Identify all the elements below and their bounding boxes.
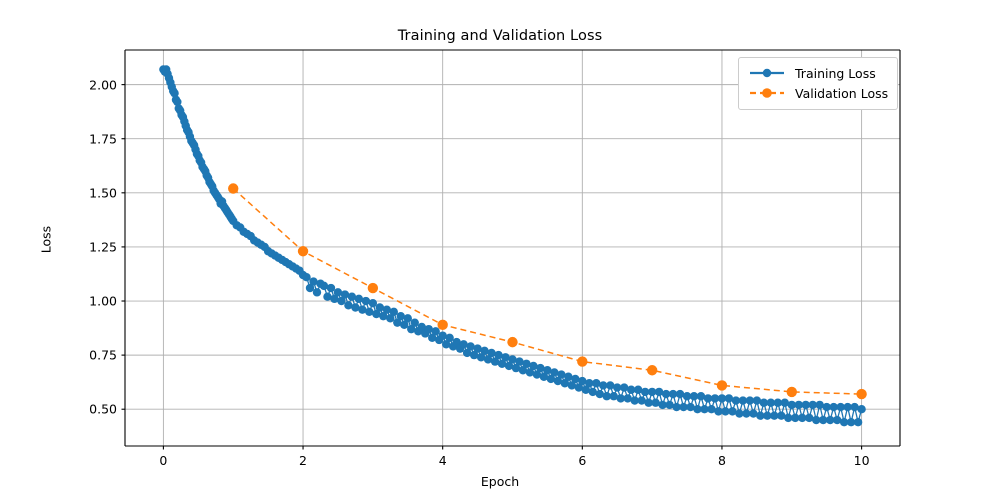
x-axis-tick-label: 10 [853,453,870,468]
data-point [857,405,866,414]
data-point [853,418,863,427]
data-point [577,356,588,367]
x-axis-tick-label: 6 [578,453,587,468]
legend-label-training-loss: Training Loss [795,65,876,81]
legend-label-validation-loss: Validation Loss [795,85,889,101]
y-axis-tick-label: 1.50 [89,185,117,201]
x-axis-tick-label: 4 [438,453,447,468]
data-point [507,336,518,348]
data-point [326,283,336,293]
x-axis-tick-label: 8 [717,453,726,468]
legend-swatch-validation-loss [750,88,784,98]
data-point [367,282,379,294]
data-point [302,273,311,282]
series-line [232,187,862,395]
chart-legend[interactable]: Training Loss Validation Loss [738,57,899,110]
data-point [297,246,309,257]
data-point [403,314,412,323]
data-point [410,318,419,327]
figure-canvas: Training and Validation Loss Loss Epoch … [0,0,1000,500]
y-axis-tick-label: 1.00 [89,293,117,309]
data-point [646,365,658,376]
data-point [437,319,448,331]
y-axis-tick-label: 2.00 [89,77,117,93]
data-point [368,298,378,308]
data-point [786,386,797,398]
data-point [445,333,454,342]
data-point [312,288,322,297]
x-axis-tick-label: 0 [159,453,168,468]
y-axis-tick-label: 1.25 [89,239,117,255]
data-point [856,388,867,400]
y-axis-tick-label: 0.75 [89,347,117,363]
y-axis-label: Loss [38,225,54,254]
x-axis-tick-label: 2 [299,453,308,468]
y-axis-tick-label: 0.50 [89,401,117,417]
y-axis-tick-label: 1.75 [89,131,117,147]
legend-swatch-training-loss [750,68,784,78]
data-point [716,380,728,391]
series-training-loss [159,65,866,427]
data-point [431,327,440,336]
legend-item-validation-loss[interactable]: Validation Loss [748,83,888,103]
data-point [228,183,239,194]
x-axis-label: Epoch [480,474,520,489]
legend-item-training-loss[interactable]: Training Loss [748,63,888,83]
data-point [389,307,399,317]
